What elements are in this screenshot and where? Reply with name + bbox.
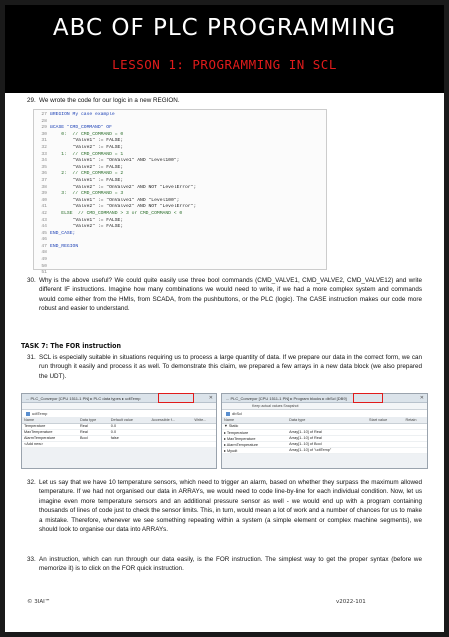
step-text: We wrote the code for our logic in a new… bbox=[39, 97, 180, 104]
line-number: 47 bbox=[41, 243, 47, 249]
line-number: 46 bbox=[41, 237, 47, 243]
footer-version: v2022-101 bbox=[336, 599, 366, 605]
line-number: 49 bbox=[41, 257, 47, 263]
code-line: "Valve1" := FALSE; bbox=[50, 138, 124, 144]
line-number: 30 bbox=[41, 131, 47, 137]
line-number: 33 bbox=[41, 151, 47, 157]
code-lines: ⊟REGION My case example ⊟CASE "CMD_COMMAN… bbox=[50, 112, 326, 277]
code-line: "Valve2" := "OnValve2" AND NOT "LevelErr… bbox=[50, 204, 197, 210]
table-cell[interactable] bbox=[367, 447, 404, 454]
step-text: An instruction, which can run through ou… bbox=[39, 556, 422, 573]
table-cell[interactable] bbox=[108, 441, 150, 448]
line-number: 32 bbox=[41, 144, 47, 150]
line-number: 34 bbox=[41, 158, 47, 164]
code-line: "Valve2" := FALSE; bbox=[50, 224, 124, 230]
step-text: SCL is especially suitable in situations… bbox=[39, 354, 422, 380]
line-number: 39 bbox=[41, 191, 47, 197]
page-frame: ABC OF PLC PROGRAMMING LESSON 1: PROGRAM… bbox=[0, 0, 449, 637]
code-line: "Valve2" := FALSE; bbox=[50, 144, 124, 150]
close-icon[interactable]: ✕ bbox=[420, 395, 424, 401]
code-line: ⊟CASE "CMD_COMMAND" OF bbox=[50, 125, 112, 131]
code-line: ⊟REGION My case example bbox=[50, 112, 115, 117]
step-number: 31. bbox=[27, 354, 36, 361]
step-number: 32. bbox=[27, 479, 36, 486]
table-cell[interactable]: <Add new> bbox=[22, 441, 79, 448]
step-text: Why is the above useful? We could quite … bbox=[39, 277, 422, 313]
block-name: udtTemp bbox=[22, 410, 216, 417]
line-number-gutter: 27 28 29 30 31 32 33 34 35 36 37 38 39 40 41 42 43 44 45 46… bbox=[34, 112, 47, 277]
code-line: "Valve1" := "OnValve1" AND "Level100"; bbox=[50, 158, 180, 164]
footer-copyright: © 3IAI™ bbox=[27, 599, 51, 605]
line-number: 44 bbox=[41, 224, 47, 230]
db-table-row[interactable]: ▸ Myudt Array[1..10] of "udtTemp" bbox=[222, 447, 427, 454]
code-line: ELSE // CMD_COMMAND > 3 or CMD_COMMAND <… bbox=[50, 210, 183, 216]
line-number: 38 bbox=[41, 184, 47, 190]
code-line: "Valve2" := FALSE; bbox=[50, 164, 124, 170]
title-band: ABC OF PLC PROGRAMMING LESSON 1: PROGRAM… bbox=[5, 5, 444, 93]
line-number: 42 bbox=[41, 210, 47, 216]
db-icon bbox=[226, 411, 230, 416]
code-line: 3: // CMD_COMMAND = 3 bbox=[50, 191, 124, 197]
editor-toolbar bbox=[22, 403, 216, 410]
line-number: 50 bbox=[41, 263, 47, 269]
code-line: END_CASE; bbox=[50, 230, 76, 236]
task-heading: TASK 7: The FOR instruction bbox=[21, 342, 121, 350]
block-name: dbScl bbox=[222, 410, 427, 417]
code-line: "Valve1" := FALSE; bbox=[50, 177, 124, 183]
code-line: 2: // CMD_COMMAND = 2 bbox=[50, 171, 124, 177]
line-number: 27 bbox=[41, 112, 47, 117]
editor-titlebar: ... PLC_Conveyor [CPU 1511-1 PN] ▸ Progr… bbox=[222, 394, 427, 403]
editor-toolbar: Keep actual values Snapshot bbox=[222, 403, 427, 410]
step-number: 33. bbox=[27, 556, 36, 563]
line-number: 31 bbox=[41, 138, 47, 144]
line-number: 37 bbox=[41, 177, 47, 183]
step-number: 30. bbox=[27, 277, 36, 284]
close-icon[interactable]: ✕ bbox=[209, 395, 213, 401]
udt-icon bbox=[26, 411, 30, 416]
udt-editor-screenshot: ... PLC_Conveyor [CPU 1511-1 PN] ▸ PLC d… bbox=[21, 393, 217, 469]
line-number: 43 bbox=[41, 217, 47, 223]
table-cell[interactable]: Array[1..10] of "udtTemp" bbox=[287, 447, 368, 454]
code-line: 0: // CMD_COMMAND = 0 bbox=[50, 131, 124, 137]
line-number: 35 bbox=[41, 164, 47, 170]
udt-table-row[interactable]: <Add new> bbox=[22, 441, 216, 448]
lesson-title: LESSON 1: PROGRAMMING IN SCL bbox=[112, 57, 337, 72]
code-line: "Valve1" := "OnValve1" AND "Level100"; bbox=[50, 197, 180, 203]
code-editor: 27 28 29 30 31 32 33 34 35 36 37 38 39 40 41 42 43 44 45 46… bbox=[33, 109, 327, 275]
udt-table: Name Data type Default value Accessible f..… bbox=[22, 417, 216, 448]
highlight-box bbox=[158, 393, 194, 403]
table-cell[interactable] bbox=[192, 441, 216, 448]
step-text: Let us say that we have 10 temperature s… bbox=[39, 479, 422, 534]
code-line: END_REGION bbox=[50, 243, 79, 249]
table-cell[interactable] bbox=[78, 441, 109, 448]
line-number: 28 bbox=[41, 118, 47, 124]
line-number: 45 bbox=[41, 230, 47, 236]
db-editor-screenshot: ... PLC_Conveyor [CPU 1511-1 PN] ▸ Progr… bbox=[221, 393, 428, 469]
step-number: 29. bbox=[27, 97, 36, 104]
table-cell[interactable] bbox=[403, 447, 427, 454]
code-line: "Valve1" := FALSE; bbox=[50, 217, 124, 223]
line-number: 48 bbox=[41, 250, 47, 256]
line-number: 29 bbox=[41, 125, 47, 131]
db-table: Name Data type Start value Retain ▼ Static … bbox=[222, 417, 427, 454]
code-line: "Valve2" := "OnValve2" AND NOT "LevelErr… bbox=[50, 184, 197, 190]
table-cell[interactable] bbox=[149, 441, 193, 448]
document-title: ABC OF PLC PROGRAMMING bbox=[52, 15, 397, 41]
line-number: 40 bbox=[41, 197, 47, 203]
code-line: 1: // CMD_COMMAND = 1 bbox=[50, 151, 124, 157]
line-number: 41 bbox=[41, 204, 47, 210]
line-number: 36 bbox=[41, 171, 47, 177]
highlight-box bbox=[353, 393, 383, 403]
table-cell[interactable]: ▸ Myudt bbox=[222, 447, 288, 454]
